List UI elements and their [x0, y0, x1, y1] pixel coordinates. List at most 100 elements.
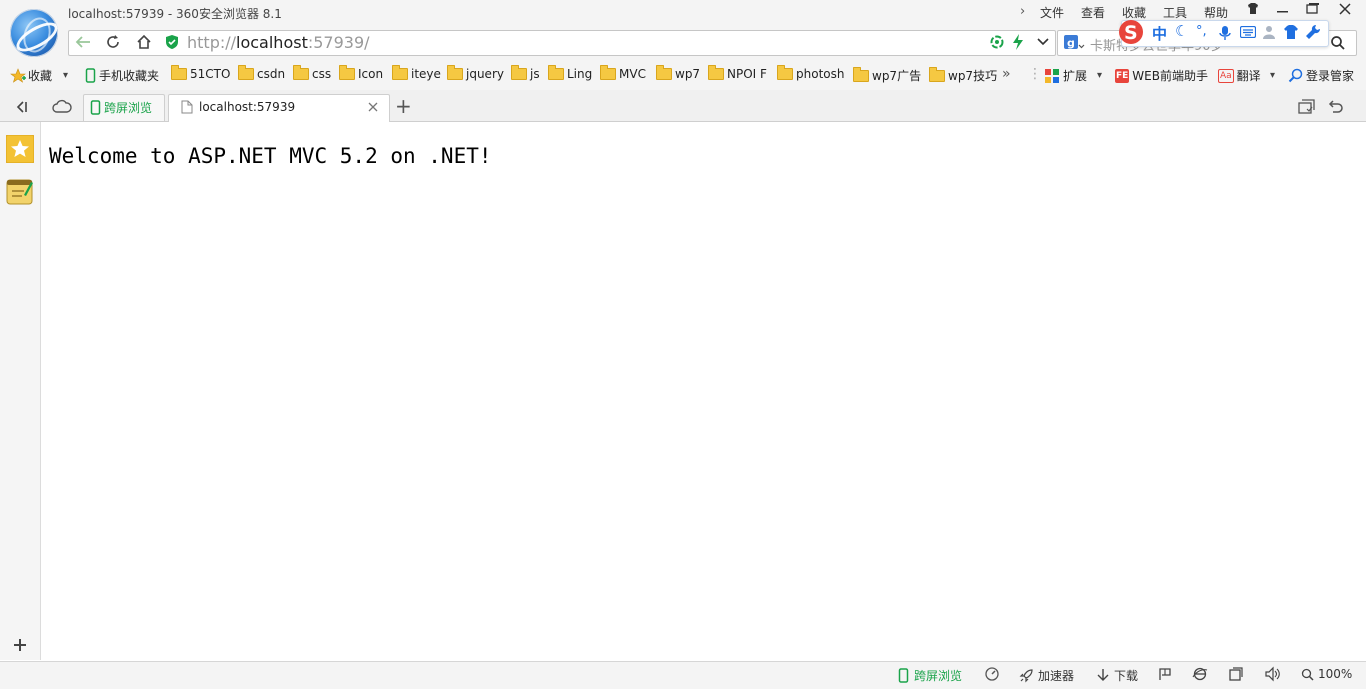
- zoom-magnifier-icon: [1301, 668, 1314, 681]
- status-window-icon[interactable]: [1229, 667, 1243, 681]
- refresh-icon[interactable]: [104, 33, 122, 51]
- favorites-dropdown-icon[interactable]: ▾: [63, 70, 68, 81]
- search-icon[interactable]: [1330, 35, 1346, 51]
- ime-user-icon[interactable]: [1262, 25, 1276, 39]
- status-zoom-label: 100%: [1318, 667, 1353, 681]
- bookmark-folder[interactable]: iteye: [392, 65, 441, 81]
- toolbar-separator-dots-icon: ⋮: [1028, 66, 1042, 82]
- ime-voice-mic-icon[interactable]: [1219, 25, 1231, 41]
- url-text[interactable]: http://localhost:57939/: [187, 33, 370, 52]
- minimize-button[interactable]: [1268, 0, 1298, 22]
- bookmark-folder[interactable]: Ling: [548, 65, 592, 81]
- menu-help[interactable]: 帮助: [1204, 4, 1228, 21]
- new-tab-button[interactable]: +: [395, 96, 412, 116]
- compat-mode-icon[interactable]: [989, 34, 1005, 50]
- ime-settings-wrench-icon[interactable]: [1305, 24, 1321, 40]
- status-browser-e-icon[interactable]: [1192, 666, 1208, 682]
- status-flag-icon[interactable]: [1158, 667, 1172, 681]
- skin-shirt-icon[interactable]: [1238, 0, 1268, 22]
- bookmark-folder-label: csdn: [257, 67, 286, 81]
- close-window-button[interactable]: [1330, 0, 1360, 22]
- status-accelerator-button[interactable]: 加速器: [1019, 667, 1074, 684]
- home-icon[interactable]: [135, 33, 153, 51]
- maximize-button[interactable]: [1298, 0, 1328, 22]
- bookmark-favorites[interactable]: 收藏: [10, 67, 52, 84]
- bookmark-folder[interactable]: MVC: [600, 65, 646, 81]
- sogou-ime-logo-icon[interactable]: S: [1117, 18, 1147, 46]
- back-arrow-icon[interactable]: [72, 33, 94, 51]
- page-welcome-text: Welcome to ASP.NET MVC 5.2 on .NET!: [49, 144, 492, 168]
- bookmark-folder-label: js: [530, 67, 540, 81]
- bookmark-folder-label: MVC: [619, 67, 646, 81]
- bookmark-folder[interactable]: NPOI F: [708, 65, 767, 81]
- bookmark-mobile-favorites[interactable]: 手机收藏夹: [85, 67, 159, 84]
- bookmark-folder[interactable]: csdn: [238, 65, 286, 81]
- status-zoom-control[interactable]: 100%: [1301, 667, 1352, 681]
- menu-expand-chevron-icon[interactable]: ›: [1020, 4, 1025, 19]
- cloud-tabs-icon[interactable]: [51, 98, 73, 116]
- login-manager-button[interactable]: 登录管家: [1288, 67, 1354, 84]
- bookmark-folder[interactable]: css: [293, 65, 331, 81]
- ime-lang-label[interactable]: 中: [1152, 23, 1167, 44]
- mobile-phone-icon: [85, 67, 96, 83]
- sidebar-toggle-icon[interactable]: [12, 98, 30, 116]
- close-tab-icon[interactable]: [366, 100, 380, 114]
- speed-bolt-icon[interactable]: [1010, 33, 1026, 51]
- extensions-button[interactable]: 扩展: [1044, 67, 1087, 84]
- login-magnifier-icon: [1288, 68, 1303, 82]
- menu-tools[interactable]: 工具: [1163, 4, 1187, 21]
- undo-close-tab-icon[interactable]: [1327, 99, 1345, 115]
- status-download-label: 下载: [1114, 669, 1139, 683]
- tab-cross-screen-content[interactable]: 跨屏浏览: [90, 99, 152, 116]
- security-shield-icon[interactable]: [164, 34, 180, 50]
- status-download-button[interactable]: 下载: [1096, 667, 1138, 684]
- bookmark-folder[interactable]: Icon: [339, 65, 383, 81]
- extensions-dropdown-icon[interactable]: ▾: [1097, 70, 1102, 81]
- status-accelerator-label: 加速器: [1038, 669, 1075, 683]
- login-manager-label: 登录管家: [1306, 69, 1355, 83]
- translate-badge-icon: Aa: [1218, 68, 1234, 83]
- bookmark-folder[interactable]: photosh: [777, 65, 844, 81]
- ime-halfwidth-moon-icon[interactable]: ☾: [1175, 22, 1188, 40]
- ime-keyboard-icon[interactable]: [1240, 26, 1256, 38]
- menu-view[interactable]: 查看: [1081, 4, 1105, 21]
- folder-icon: [548, 65, 564, 80]
- folder-icon: [339, 65, 355, 80]
- bookmark-folder[interactable]: 51CTO: [171, 65, 230, 81]
- translate-button[interactable]: Aa 翻译: [1218, 67, 1261, 84]
- browser-logo-icon[interactable]: [10, 9, 58, 57]
- address-dropdown-chevron-icon[interactable]: [1035, 34, 1051, 50]
- fe-badge-icon: FE: [1115, 68, 1130, 83]
- more-bookmarks-chevron-icon[interactable]: »: [1002, 66, 1011, 82]
- sidebar-notes-icon[interactable]: [6, 177, 34, 205]
- favorites-star-icon: [10, 67, 26, 83]
- status-volume-icon[interactable]: [1264, 666, 1282, 682]
- status-cross-screen-button[interactable]: 跨屏浏览: [898, 667, 962, 684]
- menu-file[interactable]: 文件: [1040, 4, 1064, 21]
- folder-icon: [392, 65, 408, 80]
- tab-list-icon[interactable]: [1298, 99, 1316, 115]
- translate-dropdown-icon[interactable]: ▾: [1270, 70, 1275, 81]
- bookmark-folder-label: wp7广告: [872, 69, 922, 83]
- tab-cross-screen-label: 跨屏浏览: [104, 101, 153, 115]
- bookmark-folder[interactable]: wp7广告: [853, 66, 922, 84]
- page-document-icon: [181, 100, 193, 114]
- status-phone-icon: [898, 667, 909, 683]
- ime-punctuation-icon[interactable]: °,: [1196, 24, 1207, 39]
- sidebar-favorites-star-icon[interactable]: [6, 135, 34, 163]
- bookmark-folder[interactable]: wp7: [656, 65, 700, 81]
- ime-skin-shirt-icon[interactable]: [1283, 25, 1299, 39]
- folder-icon: [511, 65, 527, 80]
- bookmark-folder[interactable]: js: [511, 65, 540, 81]
- search-engine-google-icon[interactable]: g: [1063, 34, 1085, 52]
- bookmark-folder-label: NPOI F: [727, 67, 767, 81]
- status-speed-icon[interactable]: [984, 666, 1000, 682]
- web-frontend-helper-button[interactable]: FE WEB前端助手: [1115, 67, 1208, 84]
- bookmark-folder[interactable]: jquery: [447, 65, 504, 81]
- bookmark-folder[interactable]: wp7技巧: [929, 66, 997, 84]
- sidebar-add-icon[interactable]: [12, 637, 28, 653]
- folder-icon: [777, 65, 793, 80]
- bookmark-folder-label: jquery: [466, 67, 504, 81]
- folder-icon: [708, 65, 724, 80]
- svg-text:g: g: [1067, 37, 1075, 50]
